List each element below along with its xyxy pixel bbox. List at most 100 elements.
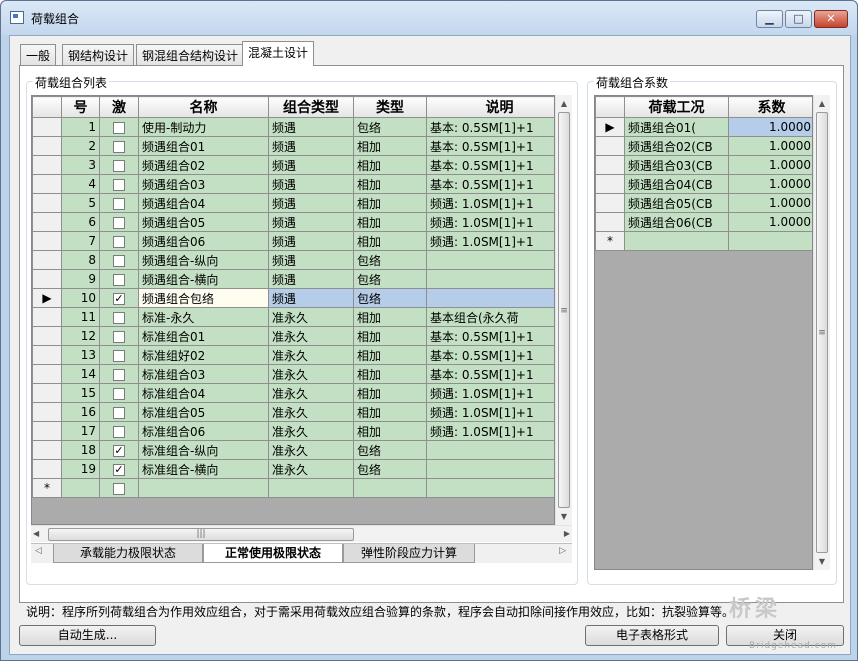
- cell-active[interactable]: [99, 231, 139, 251]
- cell-description[interactable]: [426, 440, 554, 460]
- coefficient-scroll-thumb[interactable]: ≡: [816, 112, 828, 553]
- active-checkbox[interactable]: [113, 121, 125, 134]
- coef-scroll-down-arrow-icon[interactable]: ▼: [814, 553, 830, 570]
- table-row[interactable]: 9 频遇组合-横向 频遇 包络: [32, 269, 554, 289]
- new-table-row[interactable]: *: [32, 478, 554, 498]
- coef-scroll-up-arrow-icon[interactable]: ▲: [814, 95, 830, 112]
- cell-name[interactable]: 使用-制动力: [138, 117, 269, 137]
- row-header[interactable]: [32, 402, 62, 422]
- cell-name[interactable]: 标准组合03: [138, 364, 269, 384]
- cell-type[interactable]: 相加: [353, 174, 427, 194]
- cell-active[interactable]: [99, 383, 139, 403]
- cell-name[interactable]: 频遇组合06: [138, 231, 269, 251]
- cell-type[interactable]: 相加: [353, 231, 427, 251]
- cell-number[interactable]: 12: [61, 326, 100, 346]
- row-header[interactable]: [32, 193, 62, 213]
- cell-factor[interactable]: 1.0000: [728, 117, 812, 137]
- cell-active[interactable]: ✓: [99, 288, 139, 308]
- cell-description[interactable]: 频遇: 1.0SM[1]+1: [426, 212, 554, 232]
- row-header[interactable]: [32, 459, 62, 479]
- cell-type[interactable]: 相加: [353, 155, 427, 175]
- cell-active[interactable]: [99, 269, 139, 289]
- table-row[interactable]: 频遇组合06(CB 1.0000: [595, 212, 812, 232]
- cell-name[interactable]: 频遇组合-纵向: [138, 250, 269, 270]
- cell-number[interactable]: 10: [61, 288, 100, 308]
- active-checkbox[interactable]: [113, 159, 125, 172]
- table-row[interactable]: 12 标准组合01 准永久 相加 基本: 0.5SM[1]+1: [32, 326, 554, 346]
- new-table-row[interactable]: *: [595, 231, 812, 251]
- cell-name[interactable]: 标准组合-纵向: [138, 440, 269, 460]
- cell-name[interactable]: 频遇组合05: [138, 212, 269, 232]
- cell-name[interactable]: 频遇组合01: [138, 136, 269, 156]
- sheet-tab-ultimate-limit[interactable]: 承载能力极限状态: [53, 544, 203, 563]
- cell-description[interactable]: 基本: 0.5SM[1]+1: [426, 326, 554, 346]
- cell-combo-type[interactable]: [268, 478, 354, 498]
- cell-description[interactable]: [426, 478, 554, 498]
- sheet-tab-serviceability-limit[interactable]: 正常使用极限状态: [203, 544, 343, 563]
- cell-combo-type[interactable]: 准永久: [268, 307, 354, 327]
- cell-number[interactable]: 14: [61, 364, 100, 384]
- cell-combo-type[interactable]: 准永久: [268, 402, 354, 422]
- table-row[interactable]: 4 频遇组合03 频遇 相加 基本: 0.5SM[1]+1: [32, 174, 554, 194]
- active-checkbox[interactable]: [113, 425, 125, 438]
- cell-load-case[interactable]: 频遇组合01(: [624, 117, 729, 137]
- list-vertical-scrollbar[interactable]: ▲ ≡ ▼: [555, 95, 572, 525]
- cell-load-case[interactable]: 频遇组合02(CB: [624, 136, 729, 156]
- table-row[interactable]: 1 使用-制动力 频遇 包络 基本: 0.5SM[1]+1: [32, 117, 554, 137]
- cell-load-case[interactable]: 频遇组合04(CB: [624, 174, 729, 194]
- cell-active[interactable]: [99, 345, 139, 365]
- cell-active[interactable]: [99, 326, 139, 346]
- row-header[interactable]: [32, 155, 62, 175]
- column-header-factor[interactable]: 系数: [728, 96, 812, 118]
- cell-number[interactable]: 9: [61, 269, 100, 289]
- cell-number[interactable]: 7: [61, 231, 100, 251]
- coef-row-header-corner[interactable]: [595, 96, 625, 118]
- row-header[interactable]: [32, 174, 62, 194]
- row-header[interactable]: [32, 231, 62, 251]
- cell-active[interactable]: [99, 421, 139, 441]
- column-header-number[interactable]: 号: [61, 96, 100, 118]
- cell-type[interactable]: 相加: [353, 345, 427, 365]
- table-row[interactable]: ▶ 10 ✓ 频遇组合包络 频遇 包络: [32, 288, 554, 308]
- column-header-type[interactable]: 类型: [353, 96, 427, 118]
- cell-load-case[interactable]: 频遇组合05(CB: [624, 193, 729, 213]
- cell-active[interactable]: [99, 478, 139, 498]
- scroll-up-arrow-icon[interactable]: ▲: [556, 95, 572, 112]
- cell-name[interactable]: 标准组合01: [138, 326, 269, 346]
- cell-type[interactable]: 包络: [353, 288, 427, 308]
- row-header[interactable]: [595, 212, 625, 232]
- active-checkbox[interactable]: [113, 273, 125, 286]
- title-bar[interactable]: 荷载组合 ▁ □ ✕: [1, 1, 857, 35]
- cell-name[interactable]: 标准组合-横向: [138, 459, 269, 479]
- table-row[interactable]: 15 标准组合04 准永久 相加 频遇: 1.0SM[1]+1: [32, 383, 554, 403]
- scroll-left-arrow-icon[interactable]: ◀: [33, 526, 39, 542]
- cell-type[interactable]: 相加: [353, 326, 427, 346]
- column-header-description[interactable]: 说明: [426, 96, 554, 118]
- table-row[interactable]: 7 频遇组合06 频遇 相加 频遇: 1.0SM[1]+1: [32, 231, 554, 251]
- load-combination-grid[interactable]: 号激名称 组合类型 类型 说明 1 使用-制动力 频遇 包络 基本: 0.5SM[1]+1 2 频…: [31, 95, 555, 525]
- active-checkbox[interactable]: [113, 387, 125, 400]
- cell-type[interactable]: 相加: [353, 421, 427, 441]
- cell-name[interactable]: 标准-永久: [138, 307, 269, 327]
- cell-description[interactable]: [426, 250, 554, 270]
- cell-active[interactable]: [99, 136, 139, 156]
- row-header[interactable]: [32, 440, 62, 460]
- row-header[interactable]: [32, 136, 62, 156]
- cell-combo-type[interactable]: 准永久: [268, 326, 354, 346]
- row-header[interactable]: [32, 269, 62, 289]
- cell-combo-type[interactable]: 准永久: [268, 345, 354, 365]
- active-checkbox[interactable]: [113, 254, 125, 267]
- table-row[interactable]: 5 频遇组合04 频遇 相加 频遇: 1.0SM[1]+1: [32, 193, 554, 213]
- cell-active[interactable]: [99, 117, 139, 137]
- table-row[interactable]: 频遇组合05(CB 1.0000: [595, 193, 812, 213]
- list-vertical-scroll-thumb[interactable]: ≡: [558, 112, 570, 508]
- cell-type[interactable]: 相加: [353, 364, 427, 384]
- cell-type[interactable]: 相加: [353, 383, 427, 403]
- cell-type[interactable]: 相加: [353, 136, 427, 156]
- row-header[interactable]: [595, 155, 625, 175]
- table-row[interactable]: 频遇组合02(CB 1.0000: [595, 136, 812, 156]
- cell-type[interactable]: 相加: [353, 402, 427, 422]
- cell-combo-type[interactable]: 频遇: [268, 212, 354, 232]
- cell-combo-type[interactable]: 频遇: [268, 174, 354, 194]
- tab-concrete-design[interactable]: 混凝土设计: [242, 41, 315, 66]
